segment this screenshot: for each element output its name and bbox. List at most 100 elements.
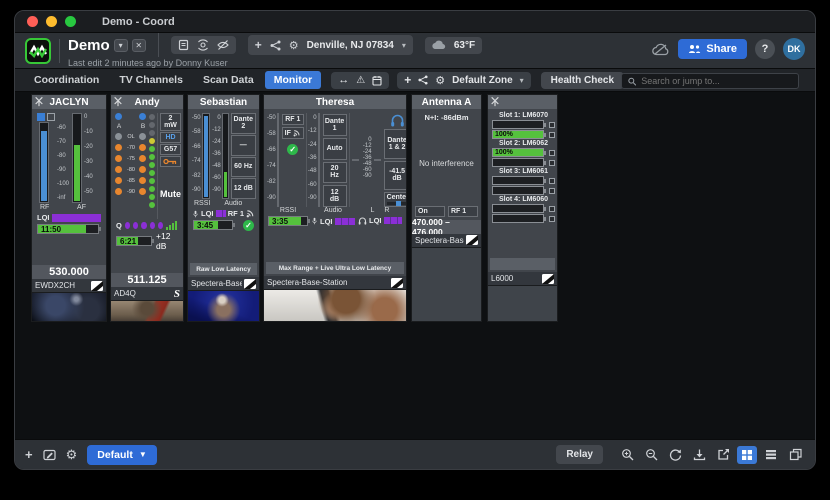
slot-label: Slot 1: LM6070: [492, 112, 555, 119]
help-button[interactable]: ?: [755, 39, 775, 59]
bay-checkbox[interactable]: [549, 188, 555, 194]
view-dropdown[interactable]: Default ▼: [87, 445, 157, 465]
settings-gear-icon[interactable]: ⚙: [289, 39, 299, 52]
fit-width-icon[interactable]: ↔: [338, 74, 349, 86]
device-row[interactable]: L6000: [488, 272, 557, 285]
bay-checkbox[interactable]: [549, 206, 555, 212]
windows-layout-button[interactable]: [785, 446, 805, 464]
tab-tv-channels[interactable]: TV Channels: [110, 71, 192, 89]
video-thumbnail-sebastian[interactable]: [188, 290, 259, 321]
bay-checkbox[interactable]: [549, 150, 555, 156]
share-button[interactable]: Share: [678, 39, 747, 59]
zoom-in-icon[interactable]: [617, 446, 637, 464]
lowcut-button[interactable]: 20 Hz: [323, 162, 347, 184]
zone-settings-gear-icon[interactable]: ⚙: [435, 74, 445, 87]
video-thumbnail-jaclyn[interactable]: [32, 292, 106, 321]
tab-monitor[interactable]: Monitor: [265, 71, 322, 89]
hd-mode-readout: HD: [160, 132, 181, 143]
dante-routing-button[interactable]: Dante 2: [231, 113, 256, 134]
video-thumbnail-andy[interactable]: [111, 300, 183, 321]
rssi-meter: [277, 113, 279, 207]
hide-eye-off-icon[interactable]: [217, 39, 229, 51]
grid-view-button[interactable]: [737, 446, 757, 464]
device-row[interactable]: Spectera-Base...: [412, 234, 481, 247]
channel-name: Sebastian: [200, 97, 247, 108]
minimize-window-button[interactable]: [46, 16, 57, 27]
relay-button[interactable]: Relay: [556, 445, 603, 464]
link-mode-bar: Max Range + Live Ultra Low Latency: [266, 262, 404, 274]
phones-lqi-meter: [384, 217, 403, 224]
bay-checkbox[interactable]: [549, 132, 555, 138]
device-row[interactable]: Spectera-Base...: [188, 277, 259, 290]
charge-bay: 100%: [492, 130, 544, 139]
user-avatar[interactable]: DK: [783, 38, 805, 60]
refresh-icon[interactable]: [665, 446, 685, 464]
rf-label: RF: [40, 204, 49, 211]
frequency-range-row[interactable]: 470.000 – 476.000: [412, 220, 481, 234]
maximize-window-button[interactable]: [65, 16, 76, 27]
frequency-row[interactable]: 530.000: [32, 265, 106, 279]
frequency-row[interactable]: 511.125: [111, 273, 183, 287]
gain-auto-button[interactable]: Auto: [323, 138, 347, 160]
channel-strip-sebastian[interactable]: Sebastian -50-58-66-74-82-90 0-12-24-36-…: [187, 94, 260, 322]
edit-view-icon[interactable]: [43, 449, 56, 461]
doc-close-button[interactable]: ✕: [132, 39, 146, 52]
list-view-button[interactable]: [761, 446, 781, 464]
close-window-button[interactable]: [27, 16, 38, 27]
share-nodes-icon[interactable]: [418, 75, 428, 85]
cloud-offline-icon[interactable]: [652, 43, 670, 56]
health-check-button[interactable]: Health Check: [541, 72, 624, 89]
device-row[interactable]: EWDX2CH: [32, 279, 106, 292]
rf-scan-icon[interactable]: [197, 39, 209, 51]
bay-checkbox[interactable]: [549, 216, 555, 222]
channel-strip-theresa[interactable]: Theresa -50-58-66-74-82-90 RF 1 IF ✓: [263, 94, 407, 322]
search-box[interactable]: [621, 73, 799, 89]
tab-scan-data[interactable]: Scan Data: [194, 71, 263, 89]
add-location-icon[interactable]: +: [255, 38, 262, 52]
bay-checkbox[interactable]: [549, 122, 555, 128]
download-icon[interactable]: [689, 446, 709, 464]
device-row[interactable]: Spectera-Base-Station: [264, 276, 406, 289]
phones-dante-button[interactable]: Dante 1 & 2: [384, 129, 406, 159]
phones-level-button[interactable]: -41.5 dB: [384, 161, 406, 191]
search-input[interactable]: [641, 76, 792, 86]
add-zone-icon[interactable]: +: [404, 73, 411, 87]
video-thumbnail-theresa[interactable]: [264, 289, 406, 321]
mute-button[interactable]: Mute: [160, 168, 181, 219]
antenna-on-button[interactable]: On: [415, 206, 445, 217]
alerts-icon[interactable]: ⚠: [356, 75, 365, 86]
pan-control[interactable]: Center: [384, 192, 406, 207]
antenna-strip-a[interactable]: Antenna A N+I: -86dBm No interference On…: [411, 94, 482, 322]
chevron-down-icon: ▾: [520, 76, 524, 85]
charge-bay: [492, 158, 544, 167]
dante-input-button[interactable]: Dante 1: [323, 114, 347, 136]
pad-button[interactable]: 12 dB: [231, 178, 256, 199]
bay-checkbox[interactable]: [549, 178, 555, 184]
channel-strip-andy[interactable]: Andy AB OL -70 -75 -80 -85 -90: [110, 94, 184, 322]
window-title: Demo - Coord: [102, 16, 175, 28]
zoom-out-icon[interactable]: [641, 446, 661, 464]
add-view-button[interactable]: +: [25, 447, 33, 462]
bay-checkbox[interactable]: [549, 160, 555, 166]
charger-strip-l6000[interactable]: Slot 1: LM6070 100% Slot 2: LM6062 100% …: [487, 94, 558, 322]
slot-label: Slot 4: LM6060: [492, 196, 555, 203]
noise-interference-readout: N+I: -86dBm: [415, 113, 478, 122]
tab-coordination[interactable]: Coordination: [25, 71, 108, 89]
open-external-icon[interactable]: [713, 446, 733, 464]
report-icon[interactable]: [178, 39, 189, 51]
share-nodes-icon[interactable]: [270, 40, 281, 51]
interference-key-icon: [160, 156, 181, 167]
shure-logo-icon: S: [174, 288, 180, 300]
zone-dropdown[interactable]: Default Zone: [452, 75, 513, 86]
doc-switch-dropdown[interactable]: ▾: [114, 39, 128, 52]
lowcut-button[interactable]: 60 Hz: [231, 157, 256, 178]
location-dropdown[interactable]: Denville, NJ 07834: [307, 40, 394, 51]
view-settings-gear-icon[interactable]: ⚙: [66, 447, 78, 463]
gain-button[interactable]: —: [231, 135, 256, 156]
channel-strip-jaclyn[interactable]: JACLYN -60-70-80-90-100-inf: [31, 94, 107, 322]
pad-button[interactable]: 12 dB: [323, 185, 347, 207]
rf-meter: [39, 122, 49, 203]
calendar-icon[interactable]: [372, 75, 382, 86]
device-row[interactable]: AD4Q S: [111, 287, 183, 300]
antenna-rf1-button[interactable]: RF 1: [448, 206, 478, 217]
